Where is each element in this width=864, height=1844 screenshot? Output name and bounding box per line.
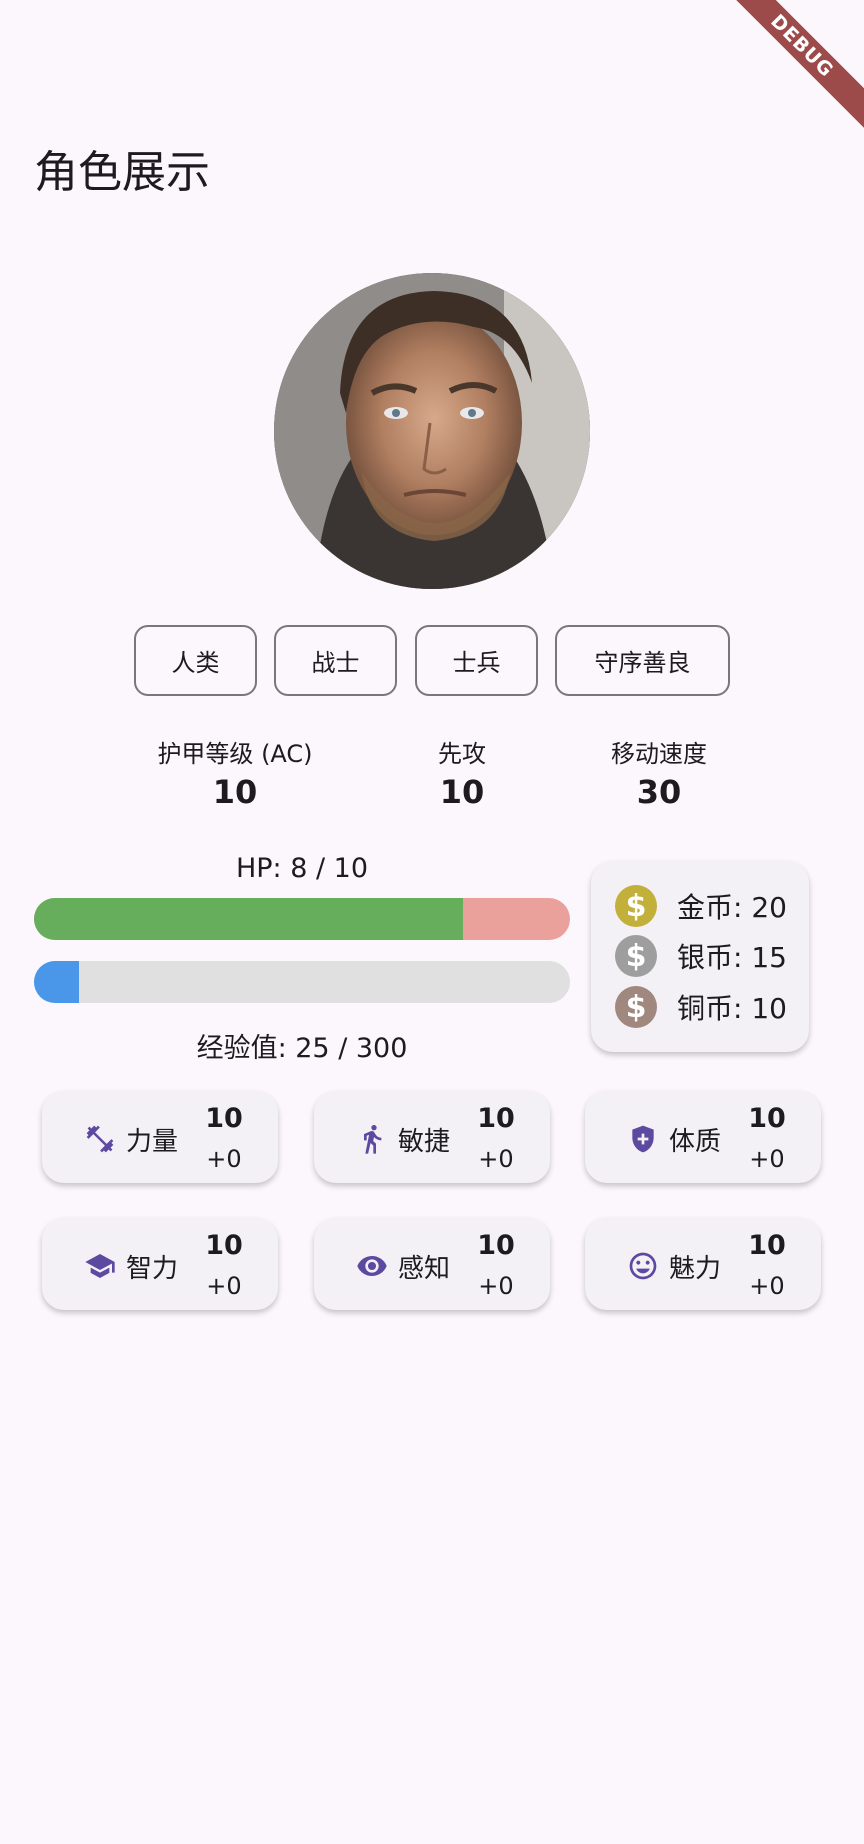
attribute-name: 力量 bbox=[126, 1127, 179, 1157]
attribute-score: 10 bbox=[205, 1103, 243, 1134]
coin-row-silver: $ 银币: 15 bbox=[615, 934, 787, 978]
character-avatar bbox=[274, 273, 590, 589]
stat-value: 10 bbox=[212, 773, 258, 811]
dollar-coin-icon: $ bbox=[615, 935, 657, 977]
xp-progress-fill bbox=[34, 961, 79, 1003]
graduation-cap-icon bbox=[84, 1250, 116, 1282]
xp-label: 经验值: 25 / 300 bbox=[196, 1033, 408, 1064]
dollar-coin-icon: $ bbox=[615, 885, 657, 927]
hp-label: HP: 8 / 10 bbox=[235, 853, 369, 884]
debug-banner: DEBUG bbox=[707, 0, 864, 141]
attribute-card-dexterity[interactable]: 敏捷 10 +0 bbox=[314, 1091, 550, 1183]
dollar-coin-icon: $ bbox=[615, 986, 657, 1028]
attribute-name: 智力 bbox=[126, 1254, 179, 1284]
xp-progress-bar bbox=[34, 961, 570, 1003]
tag-chip-class[interactable]: 战士 bbox=[274, 625, 397, 696]
attribute-score: 10 bbox=[477, 1103, 515, 1134]
running-figure-icon bbox=[356, 1123, 388, 1155]
smiley-face-icon bbox=[627, 1250, 659, 1282]
coin-row-gold: $ 金币: 20 bbox=[615, 884, 787, 928]
attribute-score: 10 bbox=[205, 1230, 243, 1261]
attribute-score: 10 bbox=[748, 1230, 786, 1261]
attribute-card-constitution[interactable]: 体质 10 +0 bbox=[585, 1091, 821, 1183]
attribute-name: 敏捷 bbox=[398, 1127, 451, 1157]
stat-label: 护甲等级 (AC) bbox=[157, 740, 313, 768]
stat-value: 10 bbox=[439, 773, 485, 811]
attribute-card-wisdom[interactable]: 感知 10 +0 bbox=[314, 1218, 550, 1310]
attribute-card-strength[interactable]: 力量 10 +0 bbox=[42, 1091, 278, 1183]
attribute-modifier: +0 bbox=[749, 1272, 785, 1300]
attribute-name: 魅力 bbox=[669, 1254, 722, 1284]
coin-purse-card: $ 金币: 20 $ 银币: 15 $ 铜币: 10 bbox=[591, 861, 809, 1052]
attribute-modifier: +0 bbox=[478, 1145, 514, 1173]
attribute-name: 感知 bbox=[398, 1254, 451, 1284]
attribute-modifier: +0 bbox=[206, 1272, 242, 1300]
page-title: 角色展示 bbox=[34, 147, 210, 198]
portrait-image bbox=[274, 273, 590, 589]
eye-icon bbox=[356, 1250, 388, 1282]
hp-progress-bar bbox=[34, 898, 570, 940]
tag-chip-background[interactable]: 士兵 bbox=[415, 625, 538, 696]
attribute-modifier: +0 bbox=[206, 1145, 242, 1173]
attribute-score: 10 bbox=[748, 1103, 786, 1134]
stat-label: 先攻 bbox=[438, 740, 486, 768]
tag-chip-row: 人类 战士 士兵 守序善良 bbox=[0, 625, 864, 697]
attribute-modifier: +0 bbox=[749, 1145, 785, 1173]
stat-speed: 移动速度 30 bbox=[594, 734, 724, 811]
fitness-dumbbell-icon bbox=[84, 1123, 116, 1155]
stat-value: 30 bbox=[636, 773, 682, 811]
stat-armor-class: 护甲等级 (AC) 10 bbox=[134, 734, 336, 811]
coin-label: 铜币: 10 bbox=[677, 992, 787, 1025]
character-page: DEBUG 角色展示 人类 战士 士兵 守序善良 护甲等级 (AC) 10 先攻… bbox=[0, 0, 864, 1844]
attribute-card-intelligence[interactable]: 智力 10 +0 bbox=[42, 1218, 278, 1310]
coin-label: 银币: 15 bbox=[677, 941, 787, 974]
attribute-modifier: +0 bbox=[478, 1272, 514, 1300]
health-shield-icon bbox=[627, 1123, 659, 1155]
coin-label: 金币: 20 bbox=[677, 891, 787, 924]
hp-progress-fill bbox=[34, 898, 463, 940]
stat-label: 移动速度 bbox=[611, 740, 707, 768]
attribute-name: 体质 bbox=[669, 1127, 722, 1157]
coin-row-copper: $ 铜币: 10 bbox=[615, 985, 787, 1029]
attribute-card-charisma[interactable]: 魅力 10 +0 bbox=[585, 1218, 821, 1310]
tag-chip-race[interactable]: 人类 bbox=[134, 625, 257, 696]
attribute-score: 10 bbox=[477, 1230, 515, 1261]
stat-initiative: 先攻 10 bbox=[412, 734, 512, 811]
tag-chip-alignment[interactable]: 守序善良 bbox=[555, 625, 730, 696]
